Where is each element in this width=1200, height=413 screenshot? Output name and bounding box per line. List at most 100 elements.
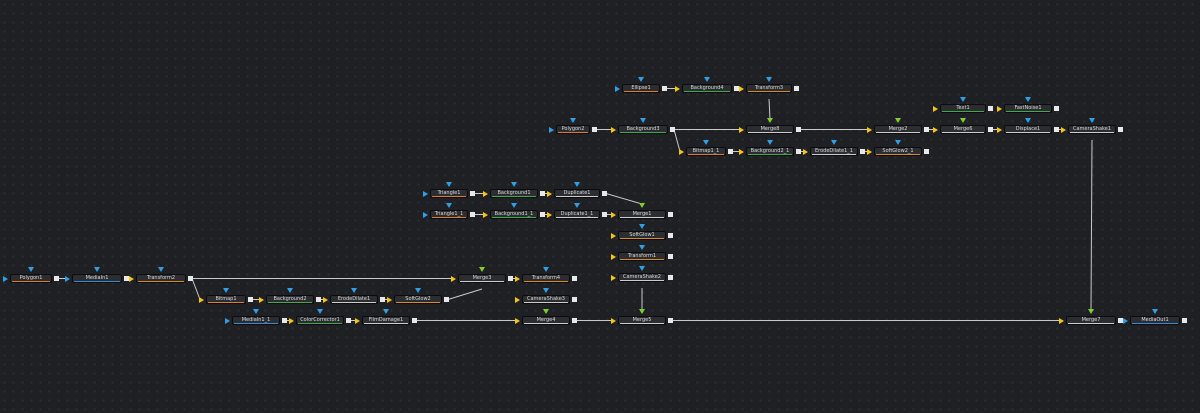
node-filmdamage1[interactable]: FilmDamage1 — [362, 316, 410, 325]
node-erodedilate1[interactable]: ErodeDilate1 — [330, 295, 378, 304]
node-merge4[interactable]: Merge4 — [522, 316, 570, 325]
background-input-icon[interactable] — [515, 296, 520, 303]
output-port-icon[interactable] — [540, 191, 545, 196]
output-port-icon[interactable] — [572, 318, 577, 323]
background-input-icon[interactable] — [355, 317, 360, 324]
output-port-icon[interactable] — [924, 127, 929, 132]
background-input-icon[interactable] — [611, 126, 616, 133]
background-input-icon[interactable] — [547, 190, 552, 197]
output-port-icon[interactable] — [668, 233, 673, 238]
node-triangle1_1[interactable]: Triangle1_1 — [430, 210, 468, 219]
mask-input-icon[interactable] — [639, 309, 645, 314]
mask-input-icon[interactable] — [638, 77, 644, 82]
node-merge1[interactable]: Merge1 — [618, 210, 666, 219]
background-input-icon[interactable] — [739, 126, 744, 133]
node-bitmap1[interactable]: Bitmap1 — [206, 295, 246, 304]
background-input-icon[interactable] — [739, 85, 744, 92]
background-input-icon[interactable] — [547, 211, 552, 218]
output-port-icon[interactable] — [860, 149, 865, 154]
mask-input-icon[interactable] — [253, 309, 259, 314]
node-text1[interactable]: Text1 — [940, 104, 986, 113]
node-polygon1[interactable]: Polygon1 — [10, 274, 52, 283]
mask-input-icon[interactable] — [767, 118, 773, 123]
output-port-icon[interactable] — [592, 127, 597, 132]
output-port-icon[interactable] — [1118, 127, 1123, 132]
output-port-icon[interactable] — [796, 149, 801, 154]
wire-camerashake1-to-merge7[interactable] — [1090, 139, 1093, 311]
output-port-icon[interactable] — [988, 106, 993, 111]
background-input-icon[interactable] — [803, 148, 808, 155]
output-port-icon[interactable] — [1182, 318, 1187, 323]
node-transform2[interactable]: Transform2 — [136, 274, 186, 283]
mask-input-icon[interactable] — [574, 182, 580, 187]
node-softglow2[interactable]: SoftGlow2 — [394, 295, 442, 304]
mask-input-icon[interactable] — [415, 288, 421, 293]
background-input-icon[interactable] — [933, 105, 938, 112]
mask-input-icon[interactable] — [223, 288, 229, 293]
node-merge5[interactable]: Merge5 — [618, 316, 666, 325]
node-colorcorrector1[interactable]: ColorCorrector1 — [296, 316, 344, 325]
mask-input-icon[interactable] — [703, 140, 709, 145]
node-polygon2[interactable]: Polygon2 — [556, 125, 590, 134]
mask-input-icon[interactable] — [704, 77, 710, 82]
node-duplicate1[interactable]: Duplicate1 — [554, 189, 600, 198]
mask-input-icon[interactable] — [639, 266, 645, 271]
mask-input-icon[interactable] — [895, 140, 901, 145]
output-port-icon[interactable] — [668, 212, 673, 217]
output-port-icon[interactable] — [412, 318, 417, 323]
mask-input-icon[interactable] — [960, 97, 966, 102]
output-port-icon[interactable] — [668, 254, 673, 259]
mask-input-icon[interactable] — [543, 267, 549, 272]
background-input-icon[interactable] — [387, 296, 392, 303]
wire-softglow2-to-merge3[interactable] — [447, 288, 483, 300]
background-input-icon[interactable] — [615, 85, 620, 92]
mask-input-icon[interactable] — [574, 203, 580, 208]
node-background3[interactable]: Background3 — [618, 125, 668, 134]
output-port-icon[interactable] — [188, 276, 193, 281]
mask-input-icon[interactable] — [1025, 97, 1031, 102]
output-port-icon[interactable] — [54, 276, 59, 281]
output-port-icon[interactable] — [380, 297, 385, 302]
node-camerashake3[interactable]: CameraShake3 — [522, 295, 570, 304]
output-port-icon[interactable] — [662, 86, 667, 91]
output-port-icon[interactable] — [670, 127, 675, 132]
mask-input-icon[interactable] — [1152, 309, 1158, 314]
background-input-icon[interactable] — [259, 296, 264, 303]
output-port-icon[interactable] — [796, 127, 801, 132]
output-port-icon[interactable] — [470, 212, 475, 217]
output-port-icon[interactable] — [346, 318, 351, 323]
background-input-icon[interactable] — [611, 317, 616, 324]
node-merge6[interactable]: Merge6 — [940, 125, 986, 134]
background-input-icon[interactable] — [423, 211, 428, 218]
output-port-icon[interactable] — [794, 86, 799, 91]
mask-input-icon[interactable] — [895, 118, 901, 123]
background-input-icon[interactable] — [739, 148, 744, 155]
mask-input-icon[interactable] — [543, 288, 549, 293]
background-input-icon[interactable] — [225, 317, 230, 324]
output-port-icon[interactable] — [1054, 106, 1059, 111]
output-port-icon[interactable] — [668, 275, 673, 280]
background-input-icon[interactable] — [323, 296, 328, 303]
output-port-icon[interactable] — [602, 191, 607, 196]
mask-input-icon[interactable] — [511, 182, 517, 187]
node-mediaout1[interactable]: MediaOut1 — [1130, 316, 1180, 325]
node-erodedilate1_1[interactable]: ErodeDilate1_1 — [810, 147, 858, 156]
mask-input-icon[interactable] — [1088, 309, 1094, 314]
mask-input-icon[interactable] — [1089, 118, 1095, 123]
background-input-icon[interactable] — [423, 190, 428, 197]
node-background2[interactable]: Background2 — [266, 295, 314, 304]
background-input-icon[interactable] — [289, 317, 294, 324]
background-input-icon[interactable] — [1061, 126, 1066, 133]
background-input-icon[interactable] — [65, 275, 70, 282]
mask-input-icon[interactable] — [1025, 118, 1031, 123]
mask-input-icon[interactable] — [639, 245, 645, 250]
output-port-icon[interactable] — [248, 297, 253, 302]
node-background4[interactable]: Background4 — [682, 84, 732, 93]
mask-input-icon[interactable] — [831, 140, 837, 145]
node-merge3[interactable]: Merge3 — [458, 274, 506, 283]
node-background1[interactable]: Background1 — [490, 189, 538, 198]
output-port-icon[interactable] — [282, 318, 287, 323]
background-input-icon[interactable] — [867, 126, 872, 133]
background-input-icon[interactable] — [679, 148, 684, 155]
output-port-icon[interactable] — [1054, 127, 1059, 132]
